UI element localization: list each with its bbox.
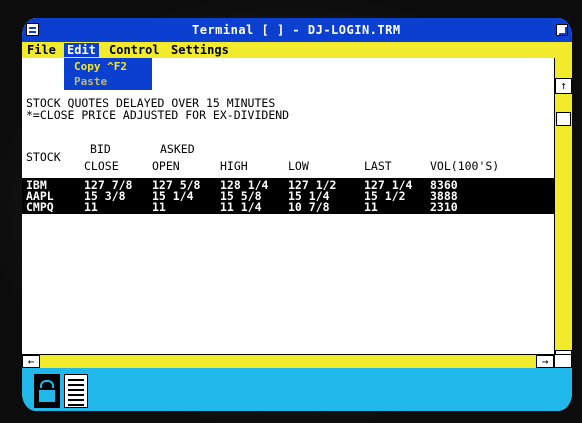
menu-settings[interactable]: Settings [168,43,232,57]
header-bid: BID [90,142,111,156]
scroll-right-icon[interactable]: → [536,355,554,368]
header-open: OPEN [152,159,180,173]
menu-file[interactable]: File [24,43,59,57]
notepad-icon[interactable] [64,374,88,408]
scroll-up-icon[interactable]: ↑ [555,78,572,94]
maximize-icon[interactable] [556,24,568,36]
system-menu-icon[interactable] [26,23,39,36]
cell-last: 11 [364,200,378,214]
terminal-icon[interactable] [34,374,60,408]
horizontal-scrollbar[interactable]: ← → [22,354,554,368]
menu-bar: File Edit Control Settings [22,42,572,58]
menu-item-paste[interactable]: Paste [74,75,107,88]
cell-volume: 2310 [430,200,458,214]
quotes-table: IBM 127 7/8 127 5/8 128 1/4 127 1/2 127 … [22,178,554,214]
header-close: CLOSE [84,159,119,173]
size-box[interactable] [554,354,572,368]
menu-control[interactable]: Control [106,43,163,57]
header-volume: VOL(100'S) [430,159,500,173]
screen: Terminal [ ] - DJ-LOGIN.TRM File Edit Co… [22,18,572,411]
menu-item-copy[interactable]: Copy ^F2 [74,60,127,73]
header-last: LAST [364,159,392,173]
header-low: LOW [288,159,309,173]
cell-low: 10 7/8 [288,200,330,214]
vertical-scroll-thumb[interactable] [556,112,571,126]
edit-dropdown: Copy ^F2 Paste [64,58,152,90]
cell-stock: CMPQ [26,200,54,214]
header-stock: STOCK [26,150,61,164]
header-high: HIGH [220,159,248,173]
notice-dividend: *=CLOSE PRICE ADJUSTED FOR EX-DIVIDEND [26,108,290,122]
header-asked: ASKED [160,142,195,156]
title-bar[interactable]: Terminal [ ] - DJ-LOGIN.TRM [22,18,572,42]
menu-edit[interactable]: Edit [64,43,99,57]
scroll-left-icon[interactable]: ← [22,355,40,368]
vertical-scrollbar[interactable]: ↑ ↓ [554,58,572,366]
icon-area [22,368,572,411]
cell-high: 11 1/4 [220,200,262,214]
cell-open: 11 [152,200,166,214]
window-title: Terminal [ ] - DJ-LOGIN.TRM [192,23,401,37]
cell-close: 11 [84,200,98,214]
